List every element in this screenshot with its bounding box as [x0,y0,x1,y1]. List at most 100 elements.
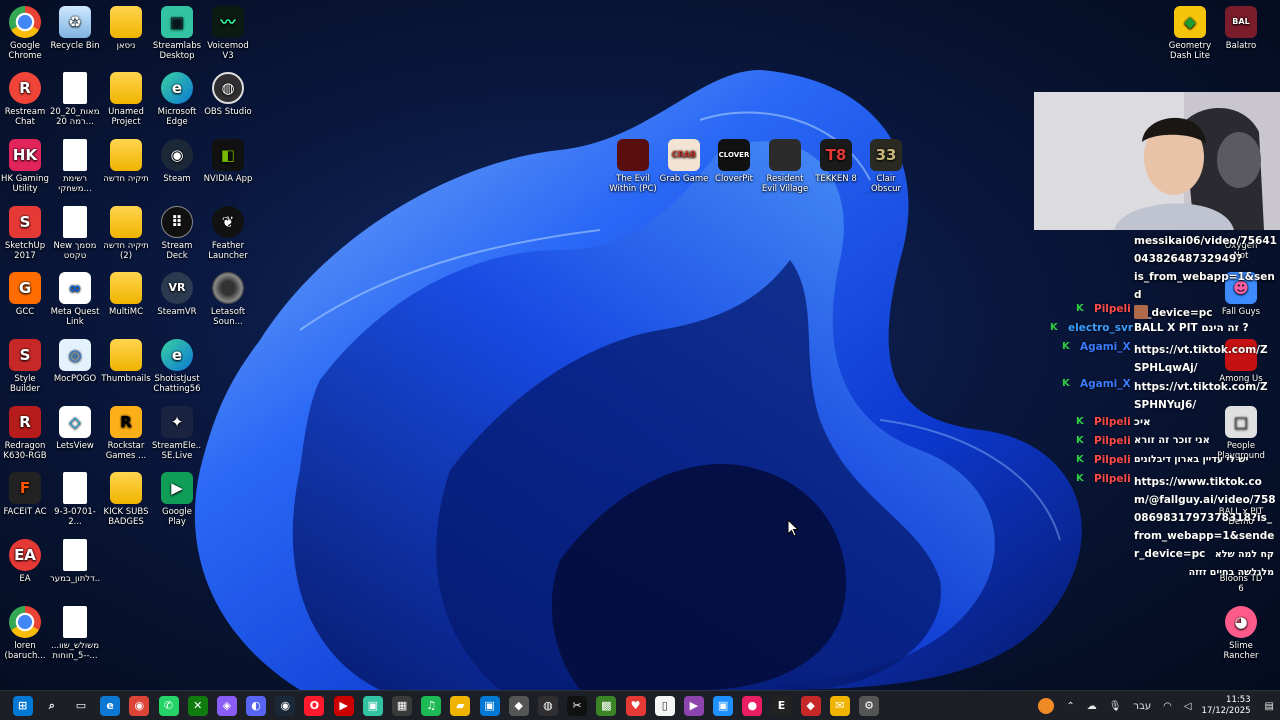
desktop-icon-thumbnails[interactable]: Thumbnails [101,339,151,384]
desktop-icon-streamlabs[interactable]: ▣ Streamlabs Desktop [152,6,202,61]
microphone-icon[interactable]: 🎙 [1109,701,1122,712]
desktop-icon-google-chrome[interactable]: Google Chrome [0,6,50,61]
notifications-icon[interactable]: ▤ [1265,701,1274,712]
heart-icon[interactable]: ♥ [625,695,646,716]
desktop-icon-stream-deck[interactable]: ⠿ Stream Deck [152,206,202,261]
desktop-icon-multimc[interactable]: MultiMC [101,272,151,317]
desktop-icon-kick-subs[interactable]: KICK SUBS BADGES [101,472,151,527]
desktop-icon-google-play-games[interactable]: ▶ Google Play Games [152,472,202,527]
copilot-icon[interactable]: ◈ [216,695,237,716]
icon-label: Unamed Project So... [108,107,144,127]
wifi-icon[interactable]: ◠ [1163,701,1172,712]
desktop-icon-cloverpit[interactable]: CLOVER CloverPit [709,139,759,184]
whatsapp-icon[interactable]: ✆ [158,695,179,716]
chat-text: BALL X PIT זה הינם ? [1134,322,1249,334]
icon-label: Letasoft Soun... [210,307,246,327]
desktop-icon-folder-nissan[interactable]: ניסאן [101,6,151,51]
store-icon[interactable]: ▦ [392,695,413,716]
desktop-icon-folder-unamed[interactable]: Unamed Project So... [101,72,151,127]
opera-icon[interactable]: O [304,695,325,716]
desktop-icon-geometry-dash[interactable]: ◆ Geometry Dash Lite [1165,6,1215,61]
volume-icon[interactable]: ◁ [1184,701,1192,712]
windows-icon[interactable]: ⊞ [12,695,33,716]
notification-badge-icon[interactable] [1038,698,1055,714]
discord-icon[interactable]: ◐ [246,695,267,716]
desktop-icon-voicemod[interactable]: 〰 Voicemod V3 [203,6,253,61]
desktop-icon-style-builder[interactable]: S Style Builder 2017 [0,339,50,394]
desktop-icon-grab-game[interactable]: CRAB Grab Game [659,139,709,184]
desktop-icon-doc-1[interactable]: 20_דוגמאות_20 רמה 20... [50,72,100,127]
desktop-icon-mocpogo[interactable]: ◎ MocPOGO [50,339,100,384]
app2-icon[interactable]: ▣ [713,695,734,716]
desktop-icon-streamelements[interactable]: ✦ StreamEle... SE.Live [152,406,202,461]
desktop-icon-doc-5[interactable]: משולש_שוו... -5_חוחות-... [50,606,100,661]
document-icon [63,72,87,104]
desktop-icon-letasoft[interactable]: Letasoft Soun... [203,272,253,327]
desktop-icon-doc-3[interactable]: 9-3-0701-2... [50,472,100,527]
ea-icon: EA [9,539,41,571]
chevron-up-icon[interactable]: ⌃ [1066,701,1074,712]
desktop-icon-hk-gaming[interactable]: HK HK Gaming Utility [0,139,50,194]
file-icon[interactable]: ▯ [654,695,675,716]
desktop-icon-folder-new[interactable]: תיקיה חדשה [101,139,151,184]
onedrive-icon[interactable]: ☁ [1087,701,1097,712]
desktop-icon-obs[interactable]: ◍ OBS Studio [203,72,253,117]
steam-icon[interactable]: ◉ [275,695,296,716]
folder-icon[interactable]: ▰ [450,695,471,716]
desktop-icon-steamvr[interactable]: VR SteamVR [152,272,202,317]
settings-icon[interactable]: ⚙ [859,695,880,716]
folder-icon [110,72,142,104]
chat-message: K Pilpeli [1040,303,1280,321]
cloverpit-icon: CLOVER [718,139,750,171]
desktop-icon-clair-obscur[interactable]: 33 Clair Obscur Expedition 33 [861,139,911,194]
desktop-icon-restream-chat[interactable]: R Restream Chat [0,72,50,127]
desktop-icon-doc-2[interactable]: רשימת משחקי... [50,139,100,194]
task-view-icon[interactable]: ▭ [71,696,91,716]
video-icon[interactable]: ▶ [683,695,704,716]
language-indicator[interactable]: עבר [1133,701,1151,712]
grab-game-icon: CRAB [668,139,700,171]
minecraft-icon[interactable]: ▩ [596,695,617,716]
shield-icon[interactable]: ◆ [508,695,529,716]
desktop-icon-resident-evil[interactable]: Resident Evil Village [760,139,810,194]
desktop-icon-faceit[interactable]: F FACEIT AC [0,472,50,517]
app-icon[interactable]: ▣ [479,695,500,716]
search-icon[interactable]: ⌕ [42,696,62,716]
desktop-icon-feather[interactable]: ❦ Feather Launcher [203,206,253,261]
desktop-icon-recycle-bin[interactable]: ♻ Recycle Bin [50,6,100,51]
desktop-icon-redragon[interactable]: R Redragon K630-RGB [0,406,50,461]
desktop-icon-slime-rancher[interactable]: ◕ Slime Rancher [1216,606,1266,661]
desktop-icon-letsview[interactable]: ◇ LetsView [50,406,100,451]
desktop-icon-rockstar[interactable]: R Rockstar Games ... [101,406,151,461]
desktop-icon-edge[interactable]: e Microsoft Edge [152,72,202,127]
desktop-icon-folder-new-2[interactable]: תיקיה חדשה (2) [101,206,151,261]
desktop-icon-gcc[interactable]: G GCC [0,272,50,317]
letsview-icon: ◇ [59,406,91,438]
chrome-icon[interactable]: ◉ [129,695,150,716]
obs-icon[interactable]: ◍ [537,695,558,716]
capcut-icon[interactable]: ✂ [567,695,588,716]
desktop-icon-sketchup[interactable]: S SketchUp 2017 [0,206,50,261]
desktop-icon-balatro[interactable]: BAL Balatro [1216,6,1266,51]
desktop-icon-nvidia[interactable]: ◧ NVIDIA App [203,139,253,184]
epic-icon[interactable]: E [771,695,792,716]
game-icon[interactable]: ◆ [800,695,821,716]
desktop-icon-doc-4[interactable]: דלתון_במער... [50,539,100,584]
desktop-icon-evil-within[interactable]: The Evil Within (PC) [608,139,658,194]
desktop-icon-steam[interactable]: ◉ Steam [152,139,202,184]
taskbar: ⊞ ⌕ ▭ e ◉ ✆ ✕ ◈ ◐ ◉ O ▶ ▣ ▦ ♫ ▰ ▣ ◆ ◍ ✂ ▩ ♥ ▯ ▶ ▣ ● E ◆ ✉ ⚙ ⌃ ☁ 🎙 עבר… [0,690,1280,720]
desktop-icon-ea[interactable]: EA EA [0,539,50,584]
media-icon[interactable]: ▶ [333,695,354,716]
desktop-icon-new-text[interactable]: New מסמך טקסט [50,206,100,261]
spotify-icon[interactable]: ♫ [421,695,442,716]
desktop-icon-meta-quest[interactable]: ∞ Meta Quest Link [50,272,100,327]
streamlabs-icon[interactable]: ▣ [362,695,383,716]
xbox-icon[interactable]: ✕ [187,695,208,716]
rec-icon[interactable]: ● [742,695,763,716]
clock[interactable]: 11:53 17/12/2025 [1202,695,1251,717]
desktop-icon-tekken[interactable]: T8 TEKKEN 8 [811,139,861,184]
edge-icon[interactable]: e [100,695,121,716]
desktop-icon-loren[interactable]: loren (baruch... [0,606,50,661]
desktop-icon-shotist[interactable]: e ShotistJust Chatting56 [152,339,202,394]
mail-icon[interactable]: ✉ [829,695,850,716]
